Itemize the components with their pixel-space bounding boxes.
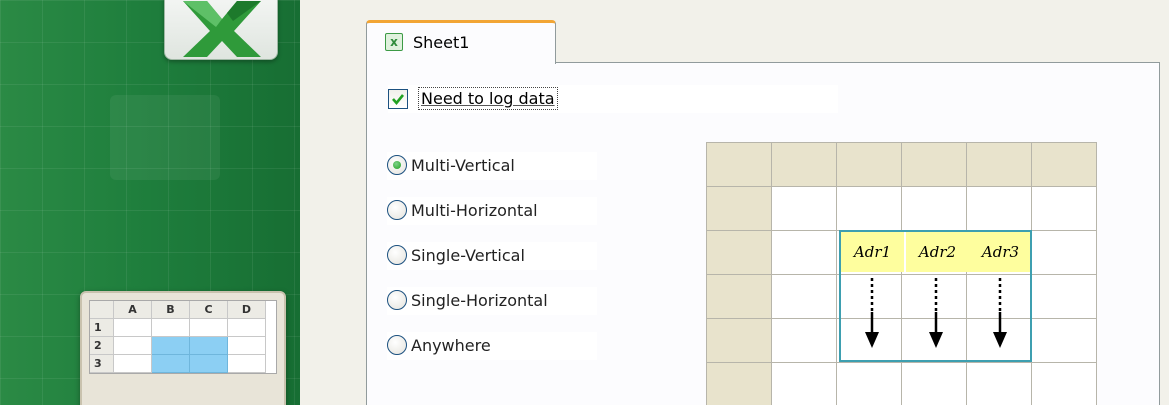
radio-button[interactable] bbox=[387, 245, 407, 265]
excel-x-icon bbox=[183, 1, 261, 57]
down-arrow-icon bbox=[993, 278, 1007, 348]
radio-button[interactable] bbox=[387, 290, 407, 310]
log-data-option[interactable]: Need to log data bbox=[388, 85, 838, 113]
address-header: Adr2 bbox=[906, 232, 969, 272]
mini-selected-cell bbox=[190, 337, 228, 355]
radio-multi-horizontal[interactable]: Multi-Horizontal bbox=[387, 197, 597, 225]
radio-multi-vertical[interactable]: Multi-Vertical bbox=[387, 152, 597, 180]
mini-selected-cell bbox=[152, 355, 190, 373]
mini-row-header: 3 bbox=[90, 355, 114, 373]
excel-logo bbox=[164, 0, 278, 60]
address-header: Adr3 bbox=[969, 232, 1032, 272]
mini-selected-cell bbox=[152, 337, 190, 355]
radio-label: Multi-Vertical bbox=[411, 156, 515, 175]
radio-button[interactable] bbox=[387, 200, 407, 220]
mini-selected-cell bbox=[190, 355, 228, 373]
layout-preview-grid bbox=[706, 142, 1097, 405]
mini-col-header: A bbox=[114, 301, 152, 319]
radio-button-selected[interactable] bbox=[387, 155, 407, 175]
address-header: Adr1 bbox=[841, 232, 904, 272]
down-arrow-icon bbox=[929, 278, 943, 348]
radio-anywhere[interactable]: Anywhere bbox=[387, 332, 597, 360]
mini-row-header: 1 bbox=[90, 319, 114, 337]
mini-col-header: D bbox=[228, 301, 266, 319]
checkmark-icon bbox=[392, 94, 405, 106]
radio-button[interactable] bbox=[387, 335, 407, 355]
tab-sheet1[interactable]: x Sheet1 bbox=[366, 20, 556, 64]
mini-spreadsheet: A B C D 1 2 3 bbox=[80, 291, 286, 405]
mini-row-header: 2 bbox=[90, 337, 114, 355]
banner-decoration bbox=[110, 95, 220, 180]
radio-single-vertical[interactable]: Single-Vertical bbox=[387, 242, 597, 270]
log-data-label: Need to log data bbox=[418, 87, 558, 110]
mini-col-header: C bbox=[190, 301, 228, 319]
layout-radio-group: Multi-Vertical Multi-Horizontal Single-V… bbox=[387, 152, 597, 377]
radio-label: Anywhere bbox=[411, 336, 491, 355]
excel-banner: A B C D 1 2 3 bbox=[0, 0, 300, 405]
mini-col-header: B bbox=[152, 301, 190, 319]
radio-label: Single-Vertical bbox=[411, 246, 525, 265]
radio-label: Single-Horizontal bbox=[411, 291, 548, 310]
excel-sheet-icon: x bbox=[385, 33, 403, 51]
radio-label: Multi-Horizontal bbox=[411, 201, 538, 220]
log-data-checkbox[interactable] bbox=[388, 89, 408, 109]
down-arrow-icon bbox=[865, 278, 879, 348]
tab-label: Sheet1 bbox=[413, 33, 470, 52]
radio-single-horizontal[interactable]: Single-Horizontal bbox=[387, 287, 597, 315]
